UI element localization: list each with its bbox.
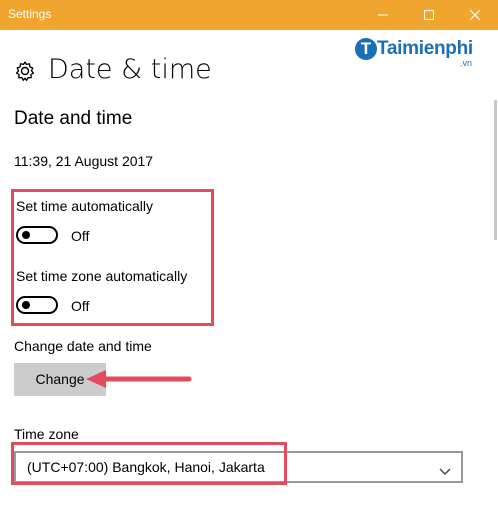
logo-badge-icon: T [355, 38, 377, 60]
section-title: Date and time [14, 108, 133, 129]
current-datetime: 11:39, 21 August 2017 [14, 153, 154, 169]
window-title: Settings [8, 7, 52, 21]
close-icon [469, 9, 481, 21]
auto-timezone-state: Off [71, 298, 90, 314]
chevron-down-icon [439, 463, 451, 481]
close-button[interactable] [452, 0, 498, 30]
scrollbar[interactable] [494, 100, 497, 240]
logo-name: Taimienphi [377, 38, 473, 59]
auto-time-state: Off [71, 228, 90, 244]
minimize-button[interactable] [360, 0, 406, 30]
maximize-icon [424, 10, 434, 20]
auto-time-toggle[interactable] [16, 226, 58, 244]
taimienphi-logo: T Taimienphi .vn [355, 36, 485, 76]
toggle-knob [22, 301, 30, 309]
page-title: Date & time [48, 54, 212, 85]
minimize-icon [378, 14, 388, 16]
change-date-time-label: Change date and time [14, 338, 152, 354]
auto-timezone-toggle[interactable] [16, 296, 58, 314]
auto-time-label: Set time automatically [16, 198, 153, 214]
gear-icon [14, 60, 36, 87]
title-bar: Settings [0, 0, 498, 30]
maximize-button[interactable] [406, 0, 452, 30]
time-zone-label: Time zone [14, 426, 79, 442]
toggle-knob [22, 231, 30, 239]
arrow-left-icon [84, 367, 194, 396]
auto-timezone-label: Set time zone automatically [16, 268, 188, 284]
logo-suffix: .vn [460, 58, 473, 68]
highlight-box-time-zone [11, 442, 287, 485]
